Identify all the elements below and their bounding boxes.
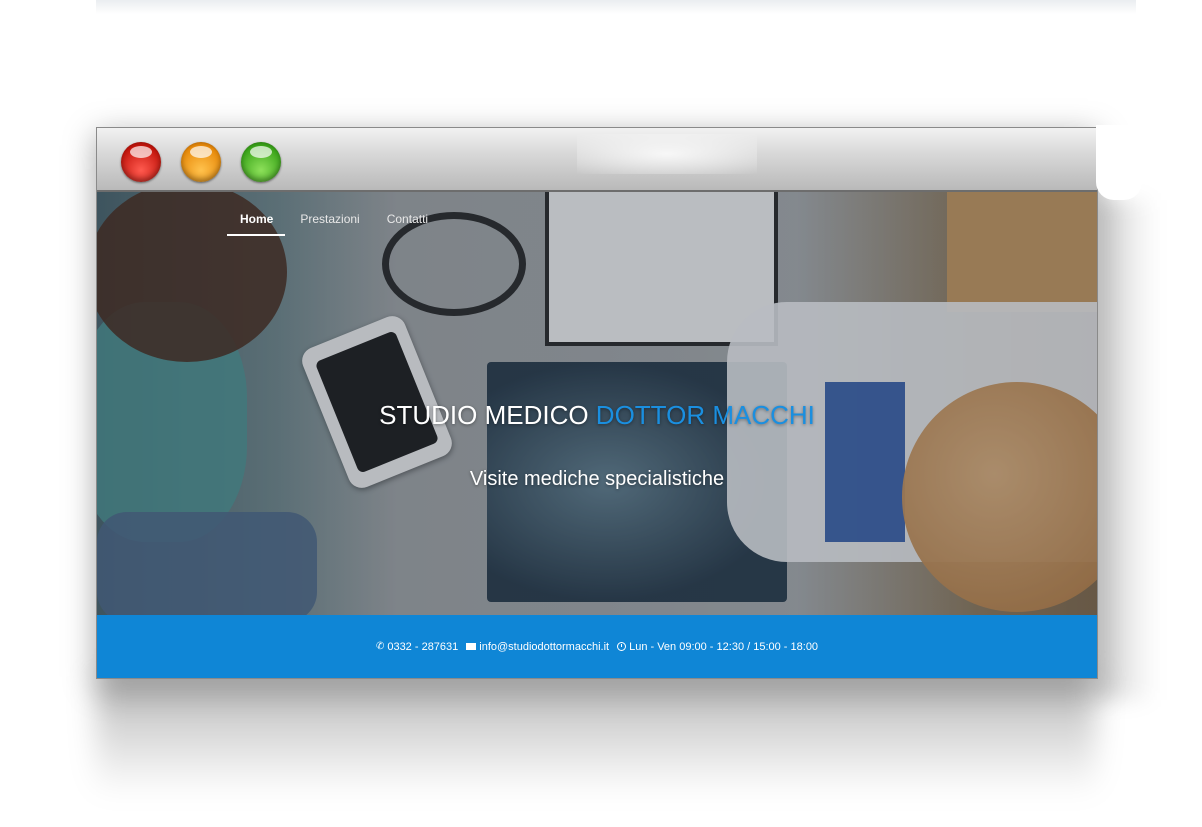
opening-hours: Lun - Ven 09:00 - 12:30 / 15:00 - 18:00 [629, 640, 819, 653]
hero-title-main: STUDIO MEDICO [379, 400, 596, 430]
main-nav: Home Prestazioni Contatti [227, 202, 442, 236]
top-fade [96, 0, 1136, 14]
minimize-window-button[interactable] [181, 142, 221, 182]
hero-title-accent: DOTTOR MACCHI [595, 400, 815, 430]
maximize-window-button[interactable] [241, 142, 281, 182]
side-decoration [1096, 125, 1142, 200]
contact-info-bar: ✆ 0332 - 287631 info@studiodottormacchi.… [97, 615, 1097, 678]
hero-subtitle: Visite mediche specialistiche [469, 468, 725, 490]
titlebar-sheen [577, 134, 757, 174]
window-side-shadow [1096, 200, 1156, 700]
email-address[interactable]: info@studiodottormacchi.it [479, 641, 609, 653]
window-drop-shadow [96, 676, 1096, 796]
clock-icon [617, 642, 627, 651]
nav-item-home[interactable]: Home [227, 202, 286, 236]
hero-title: STUDIO MEDICO DOTTOR MACCHI [97, 400, 1097, 431]
phone-icon: ✆ [375, 640, 385, 652]
phone-info: ✆ 0332 - 287631 [376, 641, 458, 653]
hero-section: Home Prestazioni Contatti STUDIO MEDICO … [97, 192, 1097, 615]
envelope-icon [466, 643, 477, 650]
nav-item-contatti[interactable]: Contatti [374, 202, 440, 226]
hours-info: Lun - Ven 09:00 - 12:30 / 15:00 - 18:00 [617, 641, 818, 653]
browser-window: Home Prestazioni Contatti STUDIO MEDICO … [96, 127, 1098, 679]
nav-item-prestazioni[interactable]: Prestazioni [287, 202, 371, 226]
close-window-button[interactable] [121, 142, 161, 182]
phone-number[interactable]: 0332 - 287631 [387, 641, 458, 653]
email-info: info@studiodottormacchi.it [466, 641, 609, 653]
window-titlebar [97, 128, 1097, 192]
